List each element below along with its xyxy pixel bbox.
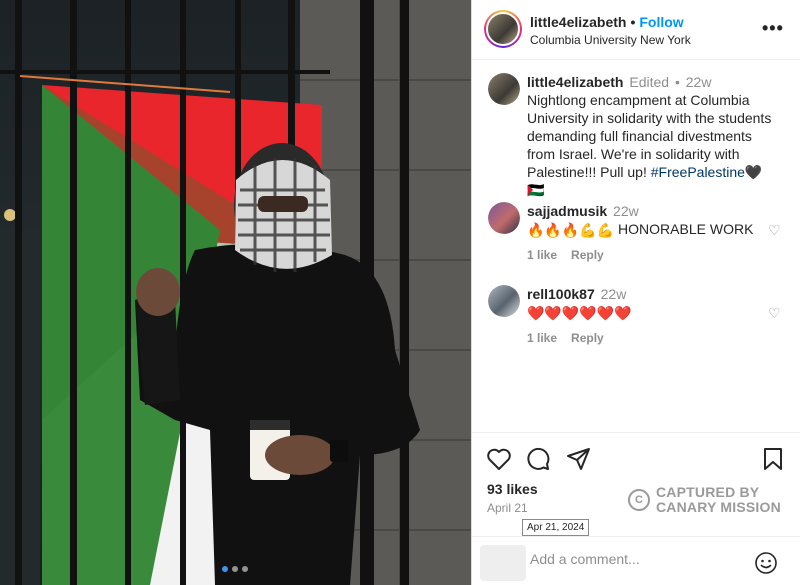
comment-icon[interactable] — [526, 447, 552, 471]
carousel-dot[interactable] — [242, 566, 248, 572]
caption-dot: • — [674, 74, 680, 90]
carousel-indicator[interactable] — [222, 566, 248, 572]
more-horizontal-icon[interactable]: ••• — [762, 18, 784, 39]
author-avatar[interactable] — [484, 10, 522, 48]
heart-outline-icon[interactable]: ♡ — [768, 222, 781, 239]
comment-avatar[interactable] — [488, 285, 520, 317]
comment-time[interactable]: 22w — [613, 203, 639, 219]
separator-dot: • — [630, 14, 636, 30]
caption-username[interactable]: little4elizabeth — [527, 74, 623, 90]
comment-text: HONORABLE WORK — [614, 221, 754, 237]
caption-avatar[interactable] — [488, 73, 520, 105]
emoji-icon[interactable] — [754, 551, 778, 575]
comment-username[interactable]: sajjadmusik — [527, 203, 607, 219]
add-comment-bar — [472, 536, 800, 585]
author-username[interactable]: little4elizabeth — [530, 14, 626, 30]
date-tooltip: Apr 21, 2024 — [522, 519, 590, 536]
canary-logo-icon: C — [628, 489, 650, 511]
post-date[interactable]: April 21 — [487, 501, 528, 515]
caption-hashtag[interactable]: #FreePalestine — [651, 164, 745, 180]
caption-body: little4elizabeth Edited • 22w Nightlong … — [527, 73, 777, 199]
post-photo[interactable] — [0, 0, 471, 585]
share-icon[interactable] — [566, 447, 592, 471]
canary-mission-watermark: C CAPTURED BY CANARY MISSION — [628, 485, 781, 515]
watermark-line2: CANARY MISSION — [656, 499, 781, 515]
likes-count[interactable]: 93 likes — [487, 481, 538, 497]
comment-actions: 1 like Reply — [527, 331, 618, 345]
comment-input[interactable] — [530, 551, 730, 567]
comment-likes[interactable]: 1 like — [527, 248, 557, 262]
caption-time[interactable]: 22w — [686, 74, 712, 90]
carousel-dot[interactable] — [222, 566, 228, 572]
reply-button[interactable]: Reply — [571, 331, 604, 345]
comment-actions: 1 like Reply — [527, 248, 618, 262]
comment-emojis: ❤️❤️❤️❤️❤️❤️ — [527, 305, 632, 322]
reply-button[interactable]: Reply — [571, 248, 604, 262]
photo-illustration — [0, 0, 471, 585]
comment-time[interactable]: 22w — [601, 286, 627, 302]
heart-outline-icon[interactable]: ♡ — [768, 305, 781, 322]
comment-username[interactable]: rell100k87 — [527, 286, 595, 302]
bookmark-icon[interactable] — [762, 447, 784, 471]
user-avatar-placeholder — [480, 545, 526, 581]
heart-icon[interactable] — [486, 447, 512, 471]
comment-likes[interactable]: 1 like — [527, 331, 557, 345]
follow-button[interactable]: Follow — [639, 14, 683, 30]
comment-body: rell100k87 22w ❤️❤️❤️❤️❤️❤️ — [527, 285, 777, 322]
post-header: little4elizabeth • Follow Columbia Univers… — [472, 0, 800, 60]
post-side-panel: little4elizabeth • Follow Columbia Univers… — [471, 0, 800, 585]
carousel-dot[interactable] — [232, 566, 238, 572]
comment-emojis: 🔥🔥🔥💪💪 — [527, 222, 615, 239]
author-line: little4elizabeth • Follow — [530, 14, 684, 30]
caption-edited: Edited — [629, 74, 670, 90]
comment-avatar[interactable] — [488, 202, 520, 234]
post-actions: 93 likes April 21 Apr 21, 2024 C CAPTURE… — [472, 432, 800, 585]
watermark-line1: CAPTURED BY — [656, 484, 760, 500]
post-location[interactable]: Columbia University New York — [530, 33, 691, 47]
comment-body: sajjadmusik 22w 🔥🔥🔥💪💪 HONORABLE WORK — [527, 202, 777, 239]
